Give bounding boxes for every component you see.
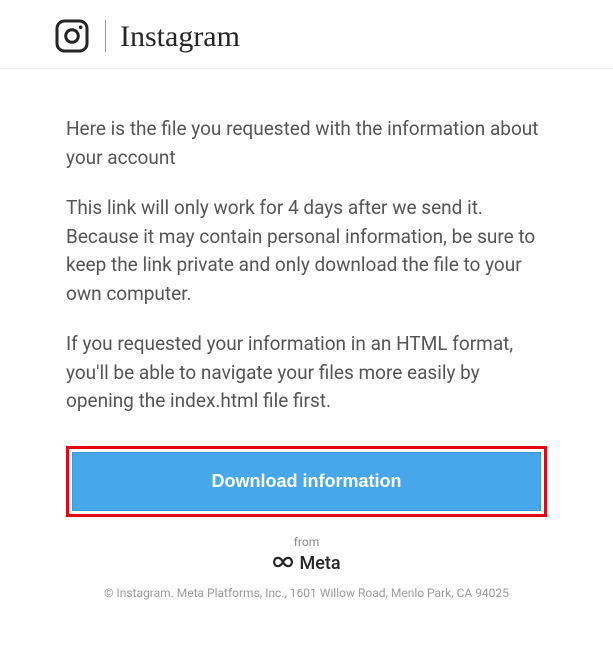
copyright-text: © Instagram. Meta Platforms, Inc., 1601 … bbox=[66, 586, 547, 600]
format-paragraph: If you requested your information in an … bbox=[66, 330, 547, 416]
warning-paragraph: This link will only work for 4 days afte… bbox=[66, 194, 547, 308]
download-highlight-box: Download information bbox=[66, 446, 547, 517]
content-area: Here is the file you requested with the … bbox=[0, 69, 613, 600]
instagram-glyph-icon bbox=[54, 18, 90, 54]
download-information-button[interactable]: Download information bbox=[72, 452, 541, 511]
meta-infinity-icon bbox=[272, 553, 294, 574]
from-label: from bbox=[66, 535, 547, 549]
instagram-wordmark: Instagram bbox=[120, 20, 240, 52]
header-divider bbox=[105, 20, 106, 52]
footer: from Meta © Instagram. Meta Platforms, I… bbox=[66, 535, 547, 600]
meta-brand: Meta bbox=[272, 553, 340, 574]
header: Instagram bbox=[0, 0, 613, 69]
meta-brand-text: Meta bbox=[299, 553, 340, 574]
intro-paragraph: Here is the file you requested with the … bbox=[66, 115, 547, 172]
